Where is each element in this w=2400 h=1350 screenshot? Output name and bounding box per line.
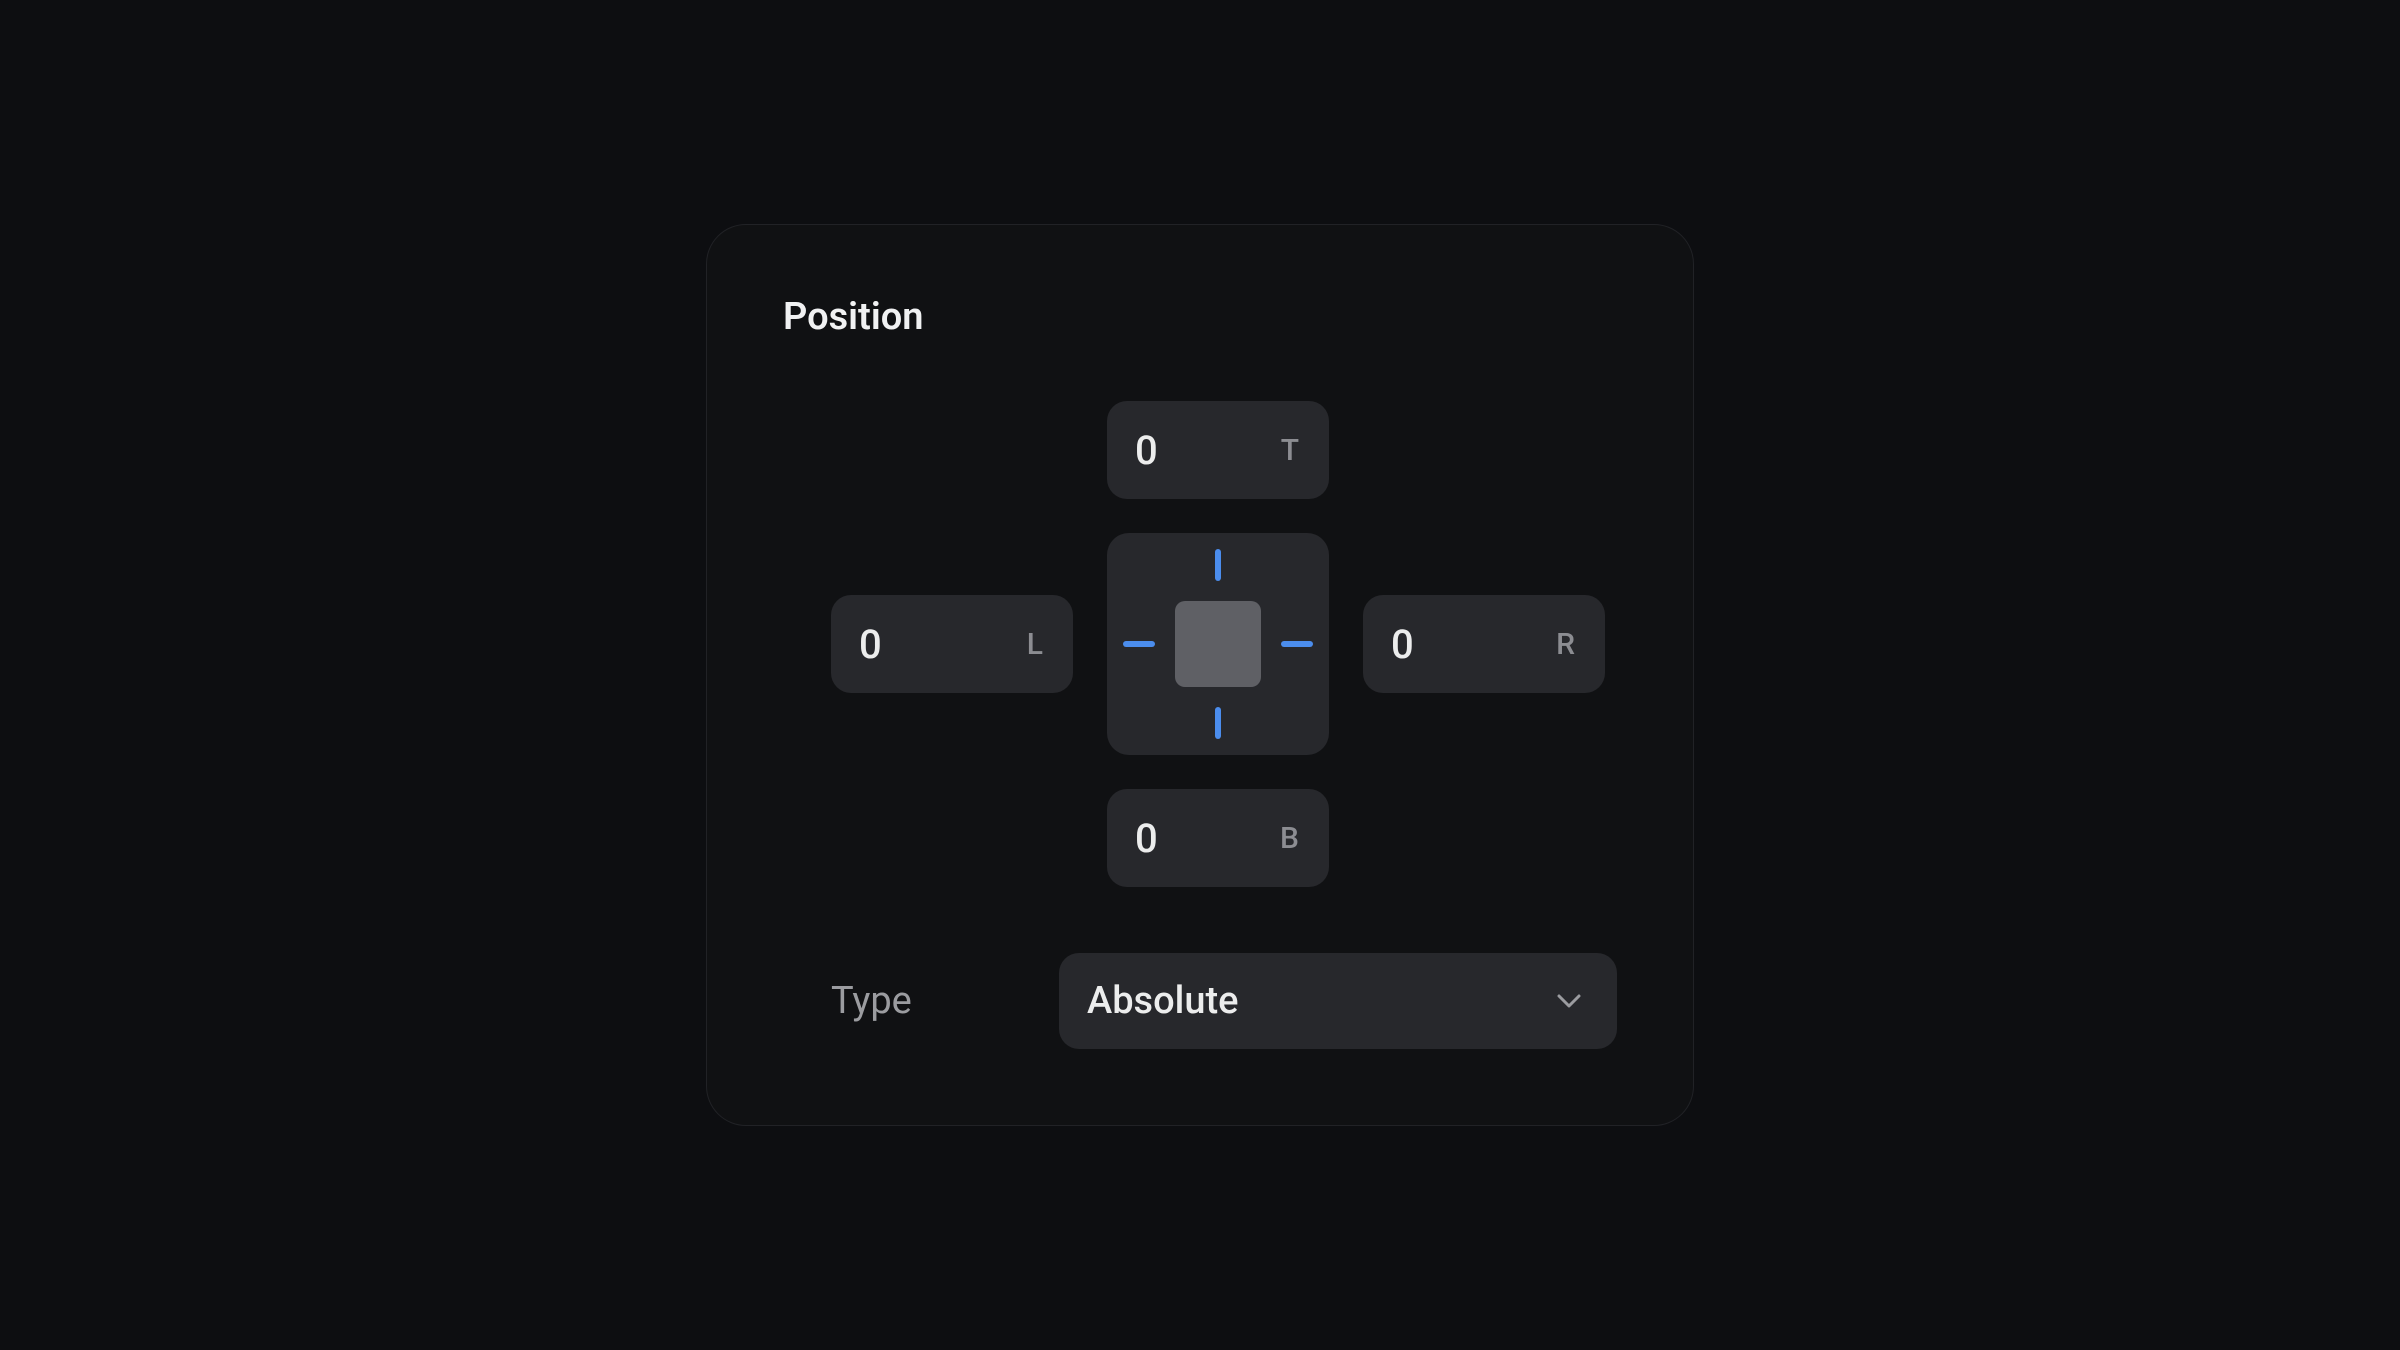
position-controls: 0 T 0 L 0 R 0 B xyxy=(831,401,1569,887)
chevron-down-icon xyxy=(1555,987,1583,1015)
offset-left-suffix: L xyxy=(1027,627,1043,662)
offset-top-input[interactable]: 0 T xyxy=(1107,401,1329,499)
type-value: Absolute xyxy=(1087,979,1239,1023)
constraint-right-icon xyxy=(1281,641,1313,647)
type-select[interactable]: Absolute xyxy=(1059,953,1617,1049)
constraint-left-icon xyxy=(1123,641,1155,647)
offset-bottom-suffix: B xyxy=(1280,821,1299,856)
offset-top-suffix: T xyxy=(1281,433,1299,468)
constraint-indicator[interactable] xyxy=(1107,533,1329,755)
offset-left-value: 0 xyxy=(859,621,1027,668)
offset-bottom-value: 0 xyxy=(1135,815,1280,862)
position-panel: Position 0 T 0 L 0 R 0 B xyxy=(706,224,1694,1126)
offset-bottom-input[interactable]: 0 B xyxy=(1107,789,1329,887)
type-row: Type Absolute xyxy=(831,953,1617,1049)
constraint-top-icon xyxy=(1215,549,1221,581)
offset-right-suffix: R xyxy=(1556,627,1575,662)
offset-right-value: 0 xyxy=(1391,621,1556,668)
constraint-bottom-icon xyxy=(1215,707,1221,739)
panel-title: Position xyxy=(783,295,1617,339)
type-label: Type xyxy=(831,979,1019,1023)
offset-right-input[interactable]: 0 R xyxy=(1363,595,1605,693)
offset-top-value: 0 xyxy=(1135,427,1281,474)
constraint-center-icon xyxy=(1175,601,1261,687)
offset-left-input[interactable]: 0 L xyxy=(831,595,1073,693)
